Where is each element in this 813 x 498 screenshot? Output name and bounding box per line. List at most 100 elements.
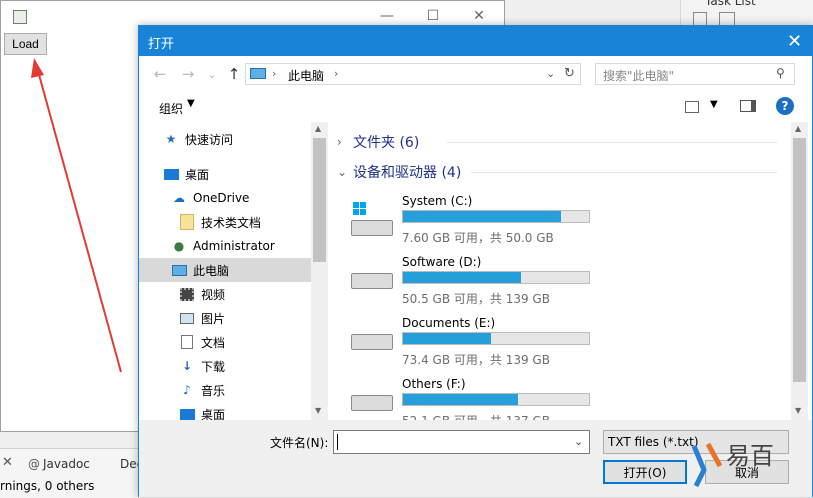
nav-item-music[interactable]: ♪ 音乐: [139, 378, 327, 402]
breadcrumb-chevron-icon: ›: [272, 67, 277, 80]
help-icon[interactable]: ?: [776, 97, 794, 115]
breadcrumb-chevron-icon[interactable]: ›: [334, 67, 338, 80]
desktop-icon: [179, 406, 195, 420]
expand-chevron-icon: ›: [337, 135, 342, 149]
dialog-titlebar: 打开 ✕: [139, 26, 812, 56]
forward-arrow-icon[interactable]: →: [177, 64, 199, 84]
filename-label: 文件名(N):: [270, 436, 329, 450]
cloud-icon: ☁: [173, 191, 185, 205]
group-header-folders[interactable]: › 文件夹 (6): [337, 130, 419, 154]
drive-name: Documents (E:): [402, 316, 496, 330]
breadcrumb-location[interactable]: 此电脑: [288, 67, 324, 84]
history-chevron-icon[interactable]: ⌄: [201, 64, 223, 84]
nav-item-label: OneDrive: [193, 191, 250, 205]
video-icon: [179, 286, 195, 302]
watermark-text: 易百: [726, 442, 774, 470]
filetype-value: TXT files (*.txt): [608, 435, 699, 449]
download-icon: ↓: [181, 359, 193, 373]
dialog-close-button[interactable]: ✕: [777, 26, 812, 56]
nav-item-downloads[interactable]: ↓ 下载: [139, 354, 327, 378]
drive-info: 52.1 GB 可用，共 137 GB: [402, 412, 550, 420]
picture-icon: [179, 310, 195, 326]
search-placeholder: 搜索"此电脑": [603, 69, 675, 83]
nav-item-quick-access[interactable]: ★ 快速访问: [139, 127, 327, 151]
nav-scrollbar[interactable]: ▲ ▼: [311, 122, 328, 420]
view-options-icon[interactable]: [685, 101, 699, 113]
drive-info: 7.60 GB 可用，共 50.0 GB: [402, 231, 554, 245]
organize-button[interactable]: 组织: [159, 100, 183, 117]
nav-item-videos[interactable]: 视频: [139, 282, 327, 306]
group-divider: [447, 142, 777, 143]
nav-item-administrator[interactable]: ● Administrator: [139, 234, 327, 258]
drive-item[interactable]: Software (D:) 50.5 GB 可用，共 139 GB: [349, 255, 779, 313]
collapse-chevron-icon: ⌄: [337, 165, 348, 179]
drive-usage-fill: [403, 211, 561, 222]
content-scroll-thumb[interactable]: [793, 138, 806, 382]
nav-scroll-thumb[interactable]: [313, 138, 326, 262]
scroll-down-icon[interactable]: ▼: [795, 406, 801, 415]
refresh-icon[interactable]: ↻: [564, 66, 575, 81]
nav-item-label: 技术类文档: [201, 215, 262, 230]
drive-info: 73.4 GB 可用，共 139 GB: [402, 353, 550, 367]
drive-item[interactable]: Documents (E:) 73.4 GB 可用，共 139 GB: [349, 316, 779, 374]
drive-usage-fill: [403, 394, 519, 405]
preview-pane-icon[interactable]: [740, 100, 756, 112]
navigation-pane: ★ 快速访问 桌面 ☁ OneDrive 技术类文档 ● Administrat…: [139, 122, 327, 420]
nav-item-tech-docs[interactable]: 技术类文档: [139, 210, 327, 234]
view-dropdown-icon[interactable]: ▼: [710, 99, 718, 110]
nav-item-documents[interactable]: 文档: [139, 330, 327, 354]
open-file-dialog: 打开 ✕ ← → ⌄ ↑ › 此电脑 › ⌄ ↻ 搜索"此电脑" ⚲ 组织 ▼ …: [138, 25, 813, 497]
nav-item-label: Administrator: [193, 239, 275, 253]
computer-icon: [171, 262, 187, 278]
filename-dropdown-icon[interactable]: ⌄: [574, 435, 583, 448]
scroll-down-icon[interactable]: ▼: [315, 406, 321, 415]
up-arrow-icon[interactable]: ↑: [223, 64, 245, 84]
organize-dropdown-icon[interactable]: ▼: [187, 98, 195, 109]
text-cursor: [337, 434, 338, 450]
search-input[interactable]: 搜索"此电脑" ⚲: [595, 63, 795, 85]
address-bar[interactable]: › 此电脑 › ⌄ ↻: [245, 63, 581, 85]
drive-name: Others (F:): [402, 377, 466, 391]
nav-item-label: 图片: [201, 311, 226, 326]
group-header-devices[interactable]: ⌄ 设备和驱动器 (4): [337, 160, 461, 184]
nav-item-label: 此电脑: [193, 263, 230, 278]
drive-usage-bar: [402, 271, 590, 284]
nav-item-label: 桌面: [201, 407, 226, 421]
group-header-label: 文件夹 (6): [353, 135, 420, 151]
nav-item-desktop[interactable]: 桌面: [139, 162, 327, 186]
drive-usage-bar: [402, 210, 590, 223]
nav-item-label: 文档: [201, 335, 226, 350]
group-divider: [471, 172, 777, 173]
filename-input[interactable]: ⌄: [333, 430, 590, 454]
hard-drive-icon: [351, 334, 393, 350]
nav-item-onedrive[interactable]: ☁ OneDrive: [139, 186, 327, 210]
scroll-up-icon[interactable]: ▲: [795, 124, 801, 133]
group-header-label: 设备和驱动器 (4): [353, 165, 462, 181]
drive-item[interactable]: System (C:) 7.60 GB 可用，共 50.0 GB: [349, 194, 779, 252]
open-button[interactable]: 打开(O): [603, 460, 687, 484]
nav-item-this-pc[interactable]: 此电脑: [139, 258, 311, 282]
drive-usage-bar: [402, 393, 590, 406]
nav-item-label: 下载: [201, 359, 226, 374]
back-arrow-icon[interactable]: ←: [149, 64, 171, 84]
user-icon: ●: [173, 239, 185, 253]
document-icon: [179, 334, 195, 350]
address-dropdown-icon[interactable]: ⌄: [546, 67, 555, 80]
dialog-toolbar: 组织 ▼ ▼ ?: [139, 92, 812, 122]
content-scrollbar[interactable]: ▲ ▼: [791, 122, 808, 420]
drive-usage-bar: [402, 332, 590, 345]
search-icon[interactable]: ⚲: [776, 66, 785, 80]
nav-item-desktop-2[interactable]: 桌面: [139, 402, 327, 420]
dialog-title: 打开: [148, 37, 175, 52]
nav-item-pictures[interactable]: 图片: [139, 306, 327, 330]
folder-icon: [179, 214, 195, 230]
windows-drive-icon: [349, 202, 393, 238]
scroll-up-icon[interactable]: ▲: [315, 124, 321, 133]
desktop-icon: [163, 166, 179, 182]
hard-drive-icon: [351, 395, 393, 411]
navigation-bar: ← → ⌄ ↑ › 此电脑 › ⌄ ↻ 搜索"此电脑" ⚲: [139, 56, 812, 92]
nav-item-label: 桌面: [185, 167, 210, 182]
drive-name: Software (D:): [402, 255, 482, 269]
drive-usage-fill: [403, 333, 491, 344]
drive-item[interactable]: Others (F:) 52.1 GB 可用，共 137 GB: [349, 377, 779, 420]
